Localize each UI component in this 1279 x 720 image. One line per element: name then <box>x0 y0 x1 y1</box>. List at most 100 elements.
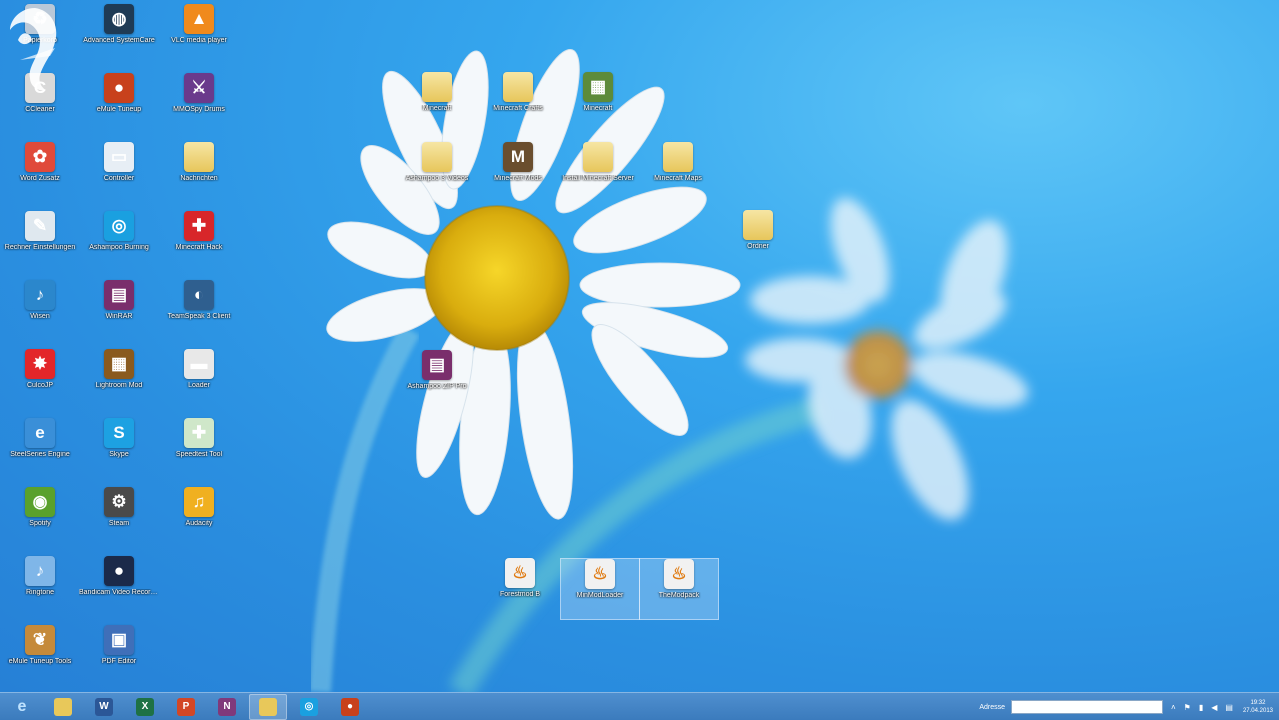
desktop-icon[interactable]: Minecraft <box>397 72 477 134</box>
system-tray: Adresse ˄ ⚑ ▮ ◀ ▤ 19:32 27.04.2013 <box>979 693 1273 720</box>
keyboard-layout-icon[interactable]: ▤ <box>1225 703 1233 712</box>
taskbar-app-button[interactable]: e <box>3 694 41 720</box>
taskbar-app-button[interactable]: N <box>208 694 246 720</box>
spotify-icon: ◉ <box>25 487 55 517</box>
flag-icon[interactable]: ⚑ <box>1184 703 1191 712</box>
desktop-icon[interactable]: ◐ TeamSpeak 3 Client <box>159 280 239 342</box>
desktop-icon[interactable]: Ashampoo 3 Videos <box>397 142 477 204</box>
taskbar-app-button[interactable]: ● <box>331 694 369 720</box>
desktop-icon[interactable]: ▤ WinRAR <box>79 280 159 342</box>
desktop-icon[interactable]: ♪ Ringtone <box>0 556 80 618</box>
spray-icon: ✚ <box>184 418 214 448</box>
desktop-icon[interactable]: ◎ Ashampoo Burning <box>79 211 159 273</box>
taskbar-app-button[interactable] <box>249 693 287 720</box>
desktop-icon-label: Minecraft <box>583 105 613 112</box>
taskbar-app-button[interactable]: W <box>85 694 123 720</box>
java-icon: ♨ <box>585 559 615 589</box>
desktop-icon[interactable]: Nachrichten <box>159 142 239 204</box>
desktop-icon[interactable]: ✸ CulcoJP <box>0 349 80 411</box>
taskbar-pinned-apps: e W X P N ◎ ● <box>0 693 369 720</box>
desktop-icon[interactable]: e SteelSeries Engine <box>0 418 80 480</box>
desktop-icon[interactable]: ♫ Audacity <box>159 487 239 549</box>
desktop-icon-label: Forestmod B <box>499 591 541 598</box>
desktop-icon-label: Ashampoo 3 Videos <box>405 175 469 182</box>
desktop-icon[interactable]: ✚ Minecraft Hack <box>159 211 239 273</box>
desktop-icon[interactable]: ♨ MinModLoader <box>560 558 640 620</box>
desktop-icon-label: Lightroom Mod <box>95 382 143 389</box>
desktop-icon[interactable]: ▦ Minecraft <box>558 72 638 134</box>
taskbar-app-button[interactable] <box>44 694 82 720</box>
desktop-icon-label: eMule Tuneup <box>96 106 142 113</box>
desktop-icon[interactable]: Minecraft Maps <box>638 142 718 204</box>
desktop-icon[interactable]: ◍ Advanced SystemCare <box>79 4 159 66</box>
clock-time: 19:32 <box>1250 700 1266 706</box>
desktop-icon[interactable]: S Skype <box>79 418 159 480</box>
desktop-icon[interactable]: ◉ Spotify <box>0 487 80 549</box>
desktop-icon[interactable]: ▲ VLC media player <box>159 4 239 66</box>
desktop-icon[interactable]: ▦ Lightroom Mod <box>79 349 159 411</box>
desktop-icon[interactable]: ♨ Forestmod B <box>480 558 560 620</box>
media-icon: ◎ <box>300 697 318 716</box>
controller-icon: ▭ <box>104 142 134 172</box>
chevron-up-icon[interactable]: ˄ <box>1171 703 1176 712</box>
desktop-icon-label: Advanced SystemCare <box>83 37 155 44</box>
volume-icon[interactable]: ◀ <box>1211 703 1217 712</box>
record-icon: ● <box>104 556 134 586</box>
desktop-icon[interactable]: ● eMule Tuneup <box>79 73 159 135</box>
desktop-icon[interactable]: ♨ TheModpack <box>639 558 719 620</box>
skype-icon: S <box>104 418 134 448</box>
address-toolbar-label: Adresse <box>979 703 1005 711</box>
desktop-icon[interactable]: Install Minecraft Server <box>558 142 638 204</box>
folder-icon <box>422 142 452 172</box>
desktop-icon[interactable]: M Minecraft Mods <box>478 142 558 204</box>
word-icon: W <box>95 697 113 716</box>
minecraft-icon: ▦ <box>583 72 613 102</box>
folder-icon <box>422 72 452 102</box>
desktop-icon-label: CCleaner <box>25 106 55 113</box>
desktop-icon[interactable]: ▭ Controller <box>79 142 159 204</box>
excel-icon: X <box>136 697 154 716</box>
desktop-icon-label: eMule Tuneup Tools <box>8 658 72 665</box>
desktop-icon[interactable]: Ordner <box>718 210 798 272</box>
java-icon: ♨ <box>505 558 535 588</box>
desktop-icon-label: MinModLoader <box>576 592 624 599</box>
taskbar-app-button[interactable]: X <box>126 694 164 720</box>
gallery-icon: ▦ <box>104 349 134 379</box>
paint-icon: ✿ <box>25 142 55 172</box>
desktop-icon[interactable]: ● Bandicam Video Recorder <box>79 556 159 618</box>
desktop-icon-label: SteelSeries Engine <box>10 451 70 458</box>
taskbar-app-button[interactable]: ◎ <box>290 694 328 720</box>
settings-doc-icon: ✎ <box>25 211 55 241</box>
splat-icon: ✸ <box>25 349 55 379</box>
desktop-icon[interactable]: ⚔ MMOSpy Drums <box>159 73 239 135</box>
desktop-icon-label: Rechner Einstellungen <box>4 244 76 251</box>
desktop-icon[interactable]: ▬ Loader <box>159 349 239 411</box>
desktop-icon[interactable]: ▤ Ashampoo ZIP Pro <box>397 350 477 412</box>
desktop-icon[interactable]: ✎ Rechner Einstellungen <box>0 211 80 273</box>
desktop-icon-label: Loader <box>188 382 210 389</box>
desktop-icon[interactable]: ✿ Word Zusatz <box>0 142 80 204</box>
desktop-icon[interactable]: ♪ Wisen <box>0 280 80 342</box>
emule-icon: ● <box>104 73 134 103</box>
address-toolbar-input[interactable] <box>1011 700 1163 714</box>
desktop-icon-label: VLC media player <box>171 37 227 44</box>
ie-icon: e <box>17 697 27 715</box>
desktop-icon-label: CulcoJP <box>26 382 54 389</box>
desktop-icon-label: Controller <box>103 175 135 182</box>
taskbar-clock[interactable]: 19:32 27.04.2013 <box>1243 699 1273 715</box>
desktop-icon-label: Ashampoo ZIP Pro <box>407 383 467 390</box>
network-icon[interactable]: ▮ <box>1199 703 1203 712</box>
desktop-icon[interactable]: ✚ Speedtest Tool <box>159 418 239 480</box>
taskbar-app-button[interactable]: P <box>167 694 205 720</box>
desktop-icon[interactable]: ❦ eMule Tuneup Tools <box>0 625 80 687</box>
folder-icon <box>583 142 613 172</box>
ie-icon: e <box>25 418 55 448</box>
dolphin-logo <box>10 8 57 91</box>
desktop-icon[interactable]: ▣ PDF Editor <box>79 625 159 687</box>
desktop-icon[interactable]: Minecraft Crafts <box>478 72 558 134</box>
folder-icon <box>663 142 693 172</box>
desktop-icon-label: TheModpack <box>658 592 700 599</box>
teamspeak-icon: ◐ <box>184 280 214 310</box>
desktop-icon[interactable]: ⚙ Steam <box>79 487 159 549</box>
desktop-icon-label: Minecraft <box>422 105 452 112</box>
